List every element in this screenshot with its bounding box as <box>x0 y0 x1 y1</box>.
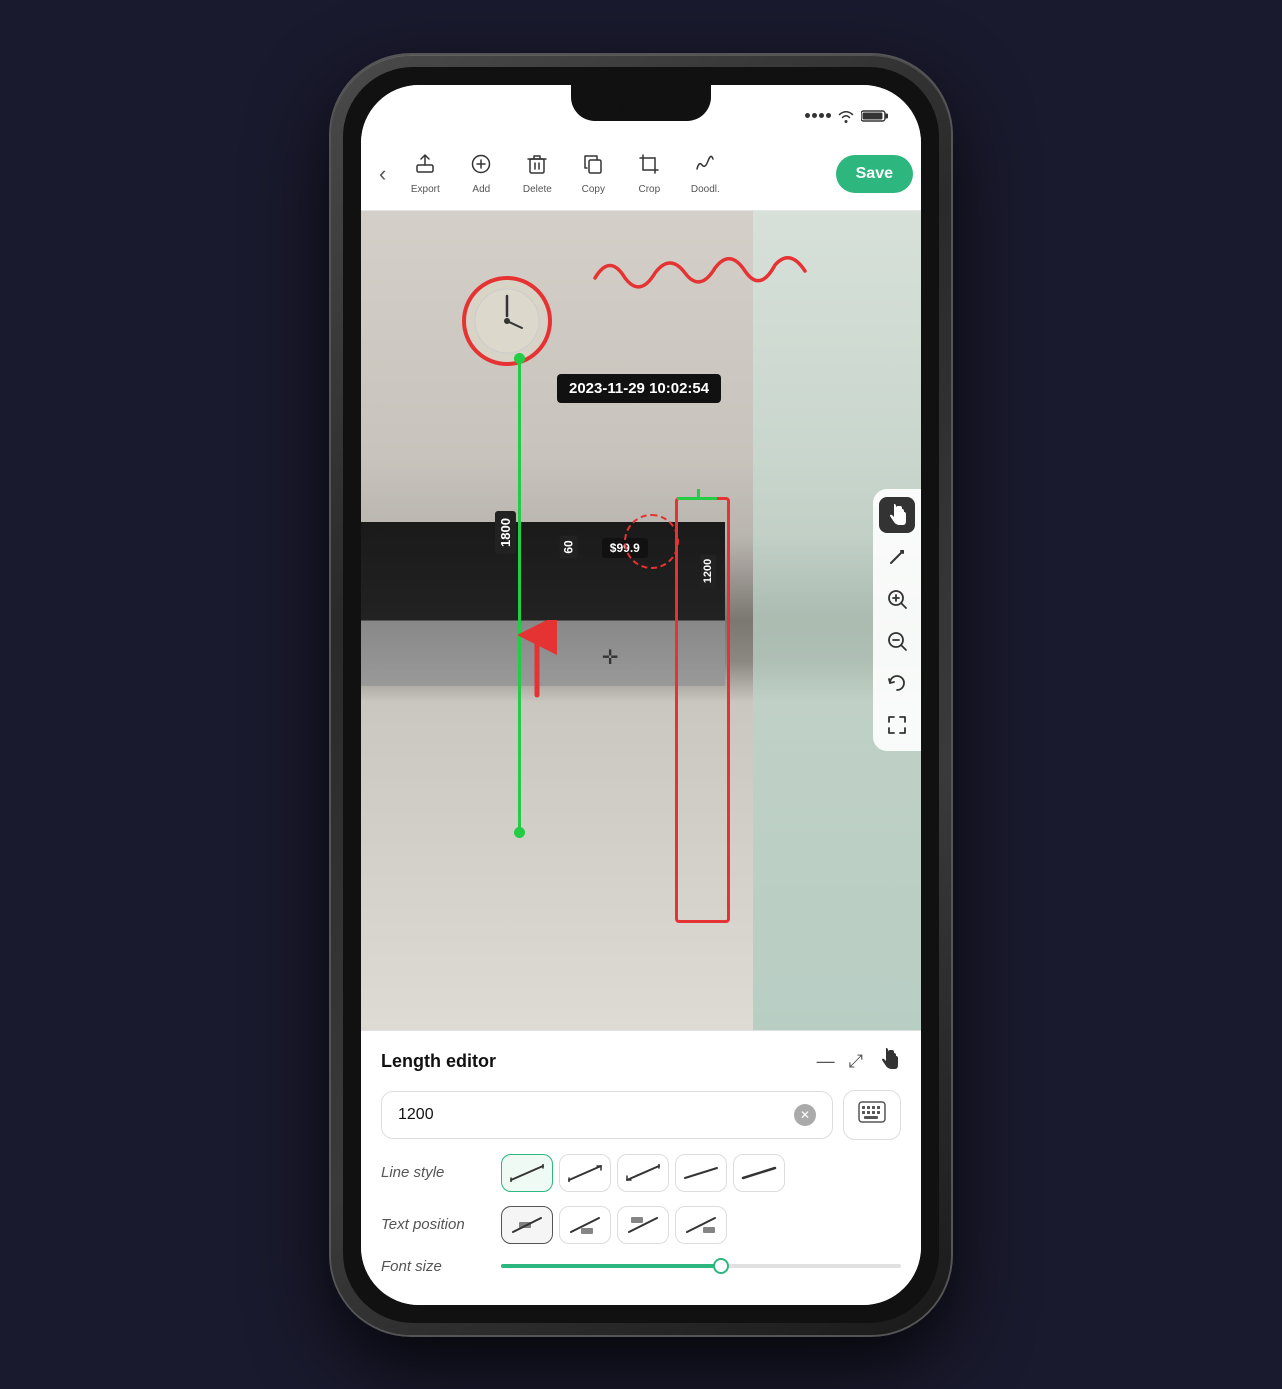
panel-header-controls: — ⤢ <box>817 1047 901 1076</box>
line-style-row: Line style <box>381 1154 901 1192</box>
font-size-slider[interactable] <box>501 1264 901 1268</box>
phone-inner-bezel: 10:05 <box>343 67 939 1323</box>
delete-icon <box>526 153 548 181</box>
font-size-track <box>501 1264 721 1268</box>
text-position-label: Text position <box>381 1216 491 1233</box>
zoom-in-button[interactable] <box>879 581 915 617</box>
line-style-4[interactable] <box>675 1154 727 1192</box>
export-button[interactable]: Export <box>398 147 452 201</box>
doodle-icon <box>694 153 716 181</box>
text-pos-3[interactable] <box>617 1206 669 1244</box>
back-button[interactable]: ‹ <box>369 153 396 195</box>
text-pos-4[interactable] <box>675 1206 727 1244</box>
line-endpoint-top <box>514 353 525 364</box>
panel-header: Length editor — ⤢ <box>381 1047 901 1076</box>
line-style-label: Line style <box>381 1164 491 1181</box>
zoom-out-button[interactable] <box>879 623 915 659</box>
add-button[interactable]: Add <box>454 147 508 201</box>
diagonal-line-button[interactable] <box>879 539 915 575</box>
minimize-button[interactable]: — <box>817 1051 835 1072</box>
phone-device: 10:05 <box>331 55 951 1335</box>
delete-button[interactable]: Delete <box>510 147 564 201</box>
export-label: Export <box>411 184 440 195</box>
font-size-label: Font size <box>381 1258 491 1275</box>
measurement-label-1200: 1200 <box>701 553 717 587</box>
text-pos-2[interactable] <box>559 1206 611 1244</box>
value-input-field[interactable]: 1200 ✕ <box>381 1091 833 1139</box>
crop-icon <box>638 153 660 181</box>
value-input-row: 1200 ✕ <box>381 1090 901 1140</box>
save-button[interactable]: Save <box>836 155 913 193</box>
text-pos-1[interactable] <box>501 1206 553 1244</box>
doodle-squiggle <box>585 243 825 308</box>
rotate-button[interactable] <box>879 665 915 701</box>
toolbar: ‹ Export <box>361 139 921 211</box>
dashed-circle-annotation <box>624 514 679 569</box>
measurement-line-vertical <box>518 358 521 833</box>
measurement-label-1800: 1800 <box>495 511 516 554</box>
status-icons <box>805 109 889 123</box>
line-style-1[interactable] <box>501 1154 553 1192</box>
add-label: Add <box>472 184 490 195</box>
move-icon[interactable]: ✛ <box>602 645 619 670</box>
phone-outer-shell: 10:05 <box>331 55 951 1335</box>
font-size-thumb[interactable] <box>713 1258 729 1274</box>
measurement-t-line <box>677 497 717 500</box>
phone-screen: 10:05 <box>361 85 921 1305</box>
bottom-panel: Length editor — ⤢ <box>361 1030 921 1305</box>
copy-icon <box>582 153 604 181</box>
crop-label: Crop <box>638 184 660 195</box>
wifi-icon <box>837 109 855 123</box>
image-area[interactable]: 2023-11-29 10:02:54 1800 60 $99.9 <box>361 211 921 1030</box>
input-value: 1200 <box>398 1106 434 1124</box>
text-position-row: Text position <box>381 1206 901 1244</box>
signal-dots <box>805 113 831 118</box>
clear-input-button[interactable]: ✕ <box>794 1104 816 1126</box>
fullscreen-button[interactable] <box>879 707 915 743</box>
text-position-options <box>501 1206 727 1244</box>
battery-icon <box>861 109 889 123</box>
doodle-button[interactable]: Doodl. <box>678 147 732 201</box>
line-style-3[interactable] <box>617 1154 669 1192</box>
font-size-row: Font size <box>381 1258 901 1275</box>
measurement-label-60: 60 <box>560 535 578 558</box>
clock-circle-annotation <box>462 276 552 366</box>
copy-button[interactable]: Copy <box>566 147 620 201</box>
add-icon <box>470 153 492 181</box>
status-bar: 10:05 <box>361 85 921 139</box>
keyboard-button[interactable] <box>843 1090 901 1140</box>
crop-button[interactable]: Crop <box>622 147 676 201</box>
status-time: 10:05 <box>619 99 662 119</box>
line-style-options <box>501 1154 785 1192</box>
line-style-2[interactable] <box>559 1154 611 1192</box>
line-style-5[interactable] <box>733 1154 785 1192</box>
hand-toggle-button[interactable] <box>877 1047 901 1076</box>
panel-title: Length editor <box>381 1051 496 1072</box>
timestamp-label: 2023-11-29 10:02:54 <box>557 374 721 403</box>
hand-tool-button[interactable] <box>879 497 915 533</box>
export-icon <box>414 153 436 181</box>
red-arrow-annotation <box>512 620 562 705</box>
expand-button[interactable]: ⤢ <box>849 1051 863 1072</box>
copy-label: Copy <box>582 184 605 195</box>
line-endpoint-bottom <box>514 827 525 838</box>
right-floating-toolbar <box>873 489 921 751</box>
doodle-label: Doodl. <box>691 184 720 195</box>
delete-label: Delete <box>523 184 552 195</box>
